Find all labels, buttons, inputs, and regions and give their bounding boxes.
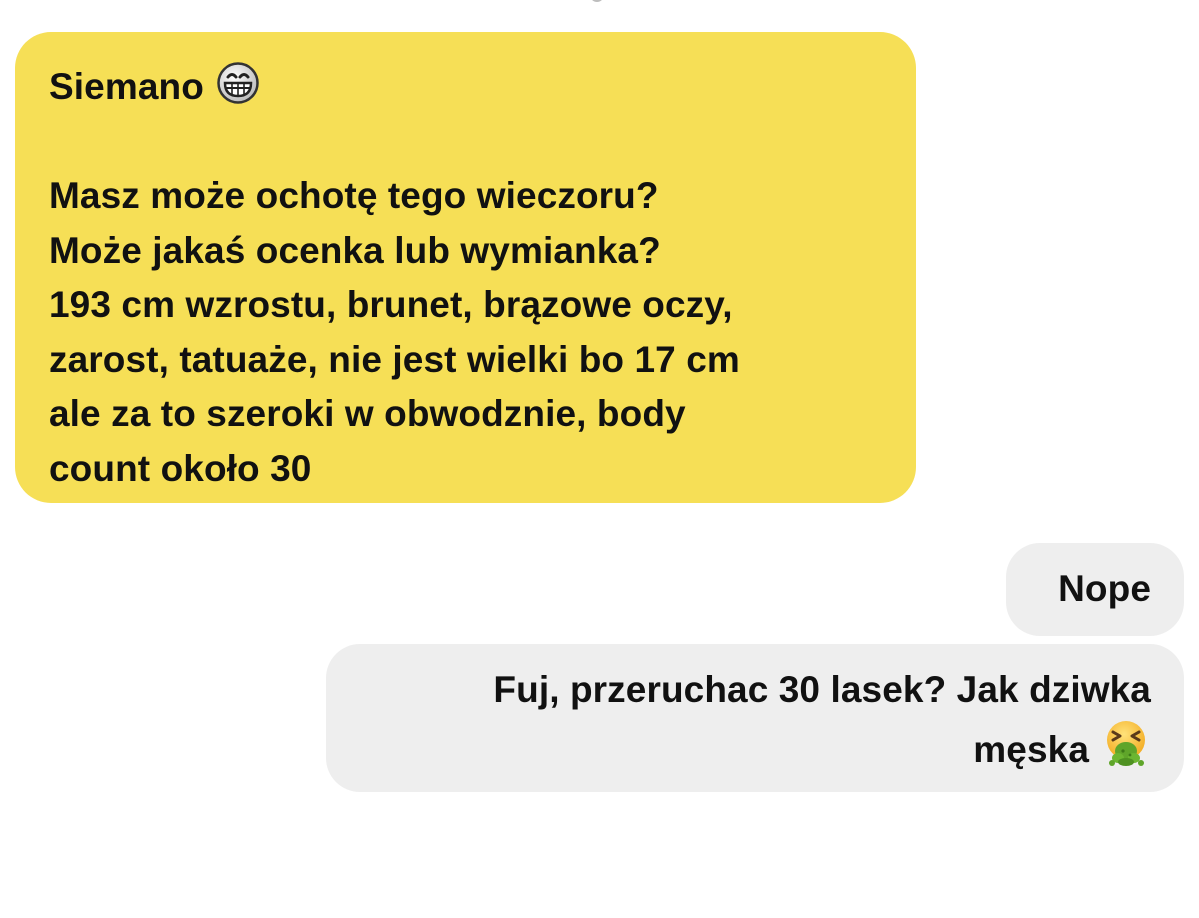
incoming-message-bubble[interactable]: Siemano Masz może ochotę tego wieczoru? …	[15, 32, 916, 503]
message-text: męska	[973, 728, 1089, 770]
message-line: zarost, tatuaże, nie jest wielki bo 17 c…	[49, 338, 740, 380]
message-line: count około 30	[49, 447, 312, 489]
message-line: męska	[346, 718, 1151, 778]
message-line: Masz może ochotę tego wieczoru?	[49, 175, 659, 216]
message-line: Może jakaś ocenka lub wymianka?	[49, 229, 661, 271]
chat-thread: Siemano Masz może ochotę tego wieczoru? …	[0, 0, 1199, 918]
greeting-text: Siemano	[49, 66, 204, 107]
vomiting-face-icon	[1101, 718, 1151, 768]
message-line: Fuj, przeruchac 30 lasek? Jak dziwka	[493, 669, 1151, 710]
outgoing-message-bubble[interactable]: Nope	[1006, 543, 1184, 636]
message-line: 193 cm wzrostu, brunet, brązowe oczy,	[49, 284, 733, 325]
message-line: Siemano	[49, 60, 886, 115]
message-line: Nope	[1058, 568, 1151, 609]
scroll-edge-indicator	[590, 0, 604, 2]
message-line: ale za to szeroki w obwodznie, body	[49, 393, 686, 434]
grinning-face-icon	[216, 61, 260, 105]
outgoing-message-bubble[interactable]: Fuj, przeruchac 30 lasek? Jak dziwka męs…	[326, 644, 1184, 792]
